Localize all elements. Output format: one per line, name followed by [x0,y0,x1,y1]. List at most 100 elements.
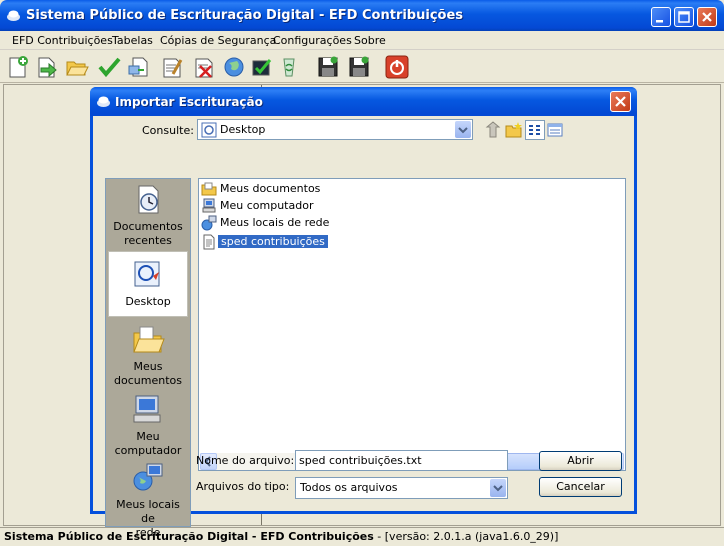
consulte-select[interactable]: Desktop [197,119,473,140]
file-name: sped contribuições [218,235,328,248]
chevron-down-icon [493,485,503,492]
open-folder-button[interactable] [64,54,90,80]
chevron-down-icon [458,127,468,134]
menu-efd-contribuicoes[interactable]: EFD Contribuições [12,34,113,47]
globe-icon [224,57,244,77]
desktop-icon [134,261,160,287]
list-view-icon [529,125,540,135]
folder-icon [201,182,217,196]
save-as-button[interactable] [346,54,372,80]
new-doc-icon [9,56,28,78]
place-desktop[interactable]: Desktop [108,251,188,317]
consulte-value: Desktop [220,123,266,136]
import-arrow-icon [38,57,57,78]
menu-copias-de-seguranca[interactable]: Cópias de Segurança [160,34,276,47]
up-folder-icon[interactable] [484,121,502,139]
sign-icon [163,58,183,78]
consulte-label: Consulte: [142,124,194,137]
recycle-button[interactable] [276,54,302,80]
place-label-line-1: Meus [133,360,163,373]
computer-icon [202,198,216,213]
place-label-line-1: Documentos [113,220,183,233]
places-bar: Documentos recentes Desktop Meus documen… [105,178,191,539]
dialog-title: Importar Escrituração [115,95,263,109]
status-separator: - [373,530,385,543]
new-folder-icon[interactable] [505,121,523,139]
filename-input[interactable] [296,451,507,470]
save-icon [318,56,338,77]
text-file-icon [203,234,215,250]
maximize-icon [678,11,690,23]
validate-button[interactable] [249,54,275,80]
menu-configuracoes[interactable]: Configurações [273,34,352,47]
open-button[interactable]: Abrir [539,451,622,471]
place-label-line-1: Meus locais de [116,498,180,525]
filetype-label: Arquivos do tipo: [196,480,290,493]
file-list[interactable]: Meus documentos Meu computador Meus loca… [198,178,626,471]
toolbar [0,51,724,83]
menu-sobre[interactable]: Sobre [354,34,386,47]
network-icon [201,215,217,231]
maximize-button[interactable] [674,7,694,27]
consulte-dropdown-arrow[interactable] [455,121,471,138]
import-button[interactable] [34,54,60,80]
cancel-button[interactable]: Cancelar [539,477,622,497]
power-icon [385,55,409,79]
dialog-body: Consulte: Desktop Documentos recentes De… [93,116,634,539]
menu-bar: EFD Contribuições Tabelas Cópias de Segu… [0,31,724,50]
save-button[interactable] [315,54,341,80]
status-app-name: Sistema Público de Escrituração Digital … [4,530,374,543]
list-view-button[interactable] [525,120,545,140]
dialog-app-icon [97,96,110,107]
close-icon [702,12,712,22]
sign-button[interactable] [159,54,185,80]
export-icon [128,57,148,77]
filetype-dropdown-arrow[interactable] [490,479,506,497]
file-name: Meu computador [220,199,314,212]
validate-icon [252,59,272,76]
close-icon [615,96,626,107]
check-button[interactable] [96,54,122,80]
details-view-icon[interactable] [546,121,564,139]
place-label-line-2: computador [114,444,182,457]
desktop-icon [201,122,217,138]
delete-sign-button[interactable] [191,54,217,80]
minimize-button[interactable] [651,7,671,27]
check-icon [98,57,121,78]
my-documents-icon [133,326,165,353]
close-button[interactable] [697,7,717,27]
import-dialog: Importar Escrituração Consulte: Desktop … [90,87,637,539]
dialog-close-button[interactable] [610,91,631,112]
dialog-titlebar[interactable]: Importar Escrituração [90,87,637,116]
place-my-computer[interactable]: Meu computador [108,391,188,457]
place-label-line-1: Desktop [125,295,171,308]
file-name: Meus documentos [220,182,321,195]
open-folder-icon [66,61,89,76]
place-my-documents[interactable]: Meus documentos [108,321,188,387]
window-title: Sistema Público de Escrituração Digital … [26,8,464,23]
filetype-select[interactable]: Todos os arquivos [295,477,508,499]
menu-tabelas[interactable]: Tabelas [112,34,153,47]
new-doc-button[interactable] [5,54,31,80]
filename-label: Nome do arquivo: [196,454,295,467]
export-button[interactable] [126,54,152,80]
filename-field[interactable] [295,450,508,471]
recycle-icon [283,58,295,77]
recent-documents-icon [138,185,159,214]
place-label-line-2: recentes [124,234,172,247]
main-titlebar[interactable]: Sistema Público de Escrituração Digital … [0,0,724,31]
place-label-line-2: documentos [114,374,182,387]
place-recent-documents[interactable]: Documentos recentes [108,181,188,247]
place-label-line-2: rede [135,526,161,539]
filetype-value: Todos os arquivos [300,481,398,494]
globe-button[interactable] [221,54,247,80]
save-as-icon [349,56,369,77]
app-icon [7,10,20,21]
minimize-icon [656,20,663,23]
my-computer-icon [133,395,161,423]
file-name: Meus locais de rede [220,216,330,229]
status-version: [versão: 2.0.1.a (java1.6.0_29)] [384,530,559,543]
exit-button[interactable] [384,54,410,80]
place-network[interactable]: Meus locais de rede [108,459,188,539]
delete-sign-icon [195,58,213,78]
